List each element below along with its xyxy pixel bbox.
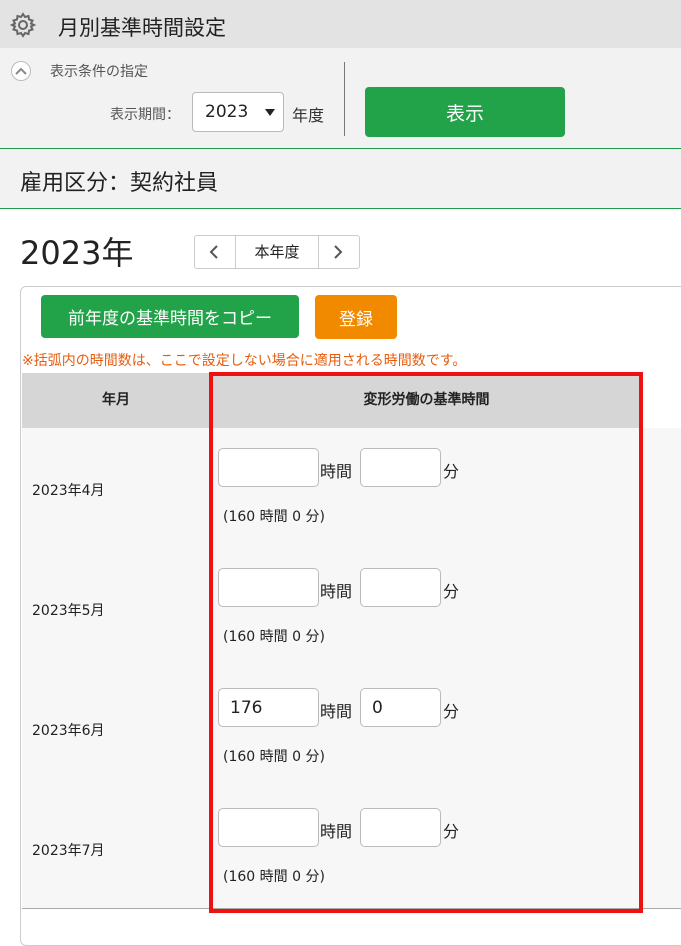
table-row: 2023年7月 時間 分 (160 時間 0 分) [22, 788, 681, 909]
dropdown-caret-icon [265, 109, 275, 116]
default-hours: (160 時間 0 分) [223, 629, 325, 645]
year-navigation: 本年度 [194, 235, 360, 269]
table-row: 2023年4月 時間 分 (160 時間 0 分) [22, 428, 681, 549]
minutes-unit: 分 [443, 582, 460, 601]
minutes-unit: 分 [443, 702, 460, 721]
show-button[interactable]: 表示 [365, 87, 565, 137]
title-bar: 月別基準時間設定 [0, 0, 681, 48]
next-year-button[interactable] [318, 236, 360, 268]
gear-icon [10, 12, 36, 38]
hours-unit: 時間 [320, 702, 353, 721]
default-hours: (160 時間 0 分) [223, 749, 325, 765]
hours-input[interactable] [218, 808, 319, 847]
minutes-input[interactable] [360, 808, 441, 847]
chevron-left-icon [209, 245, 218, 259]
hours-unit: 時間 [320, 582, 353, 601]
register-button[interactable]: 登録 [315, 295, 397, 339]
month-label: 2023年4月 [32, 483, 105, 499]
month-label: 2023年6月 [32, 723, 105, 739]
note-text: ※括弧内の時間数は、ここで設定しない場合に適用される時間数です。 [22, 353, 467, 369]
chevron-right-icon [334, 245, 343, 259]
month-label: 2023年7月 [32, 843, 105, 859]
table-row: 2023年5月 時間 分 (160 時間 0 分) [22, 548, 681, 669]
default-hours: (160 時間 0 分) [223, 509, 325, 525]
employment-bar: 雇用区分：契約社員 [0, 149, 681, 209]
period-label: 表示期間： [110, 107, 180, 123]
minutes-unit: 分 [443, 462, 460, 481]
minutes-input[interactable] [360, 688, 441, 727]
chevron-up-icon [15, 67, 27, 75]
current-year-button[interactable]: 本年度 [236, 236, 318, 268]
divider [344, 62, 345, 136]
previous-year-button[interactable] [195, 236, 236, 268]
copy-previous-year-button[interactable]: 前年度の基準時間をコピー [41, 295, 299, 338]
employment-type: 雇用区分：契約社員 [20, 171, 219, 196]
year-select-value: 2023 [205, 102, 249, 122]
minutes-input[interactable] [360, 568, 441, 607]
year-suffix-label: 年度 [292, 106, 325, 125]
column-header-hours: 変形労働の基準時間 [212, 373, 641, 428]
table-row: 2023年6月 時間 分 (160 時間 0 分) [22, 668, 681, 789]
year-heading: 2023年 [20, 234, 134, 272]
column-header-month: 年月 [22, 373, 210, 428]
month-label: 2023年5月 [32, 603, 105, 619]
collapse-toggle-button[interactable] [11, 61, 31, 81]
hours-input[interactable] [218, 568, 319, 607]
hours-input[interactable] [218, 448, 319, 487]
filter-heading: 表示条件の指定 [50, 64, 148, 80]
hours-unit: 時間 [320, 822, 353, 841]
minutes-unit: 分 [443, 822, 460, 841]
filter-panel: 表示条件の指定 表示期間： 2023 年度 表示 [0, 48, 681, 149]
year-select[interactable]: 2023 [192, 92, 284, 132]
hours-input[interactable] [218, 688, 319, 727]
page-title: 月別基準時間設定 [58, 16, 226, 40]
minutes-input[interactable] [360, 448, 441, 487]
default-hours: (160 時間 0 分) [223, 869, 325, 885]
hours-unit: 時間 [320, 462, 353, 481]
